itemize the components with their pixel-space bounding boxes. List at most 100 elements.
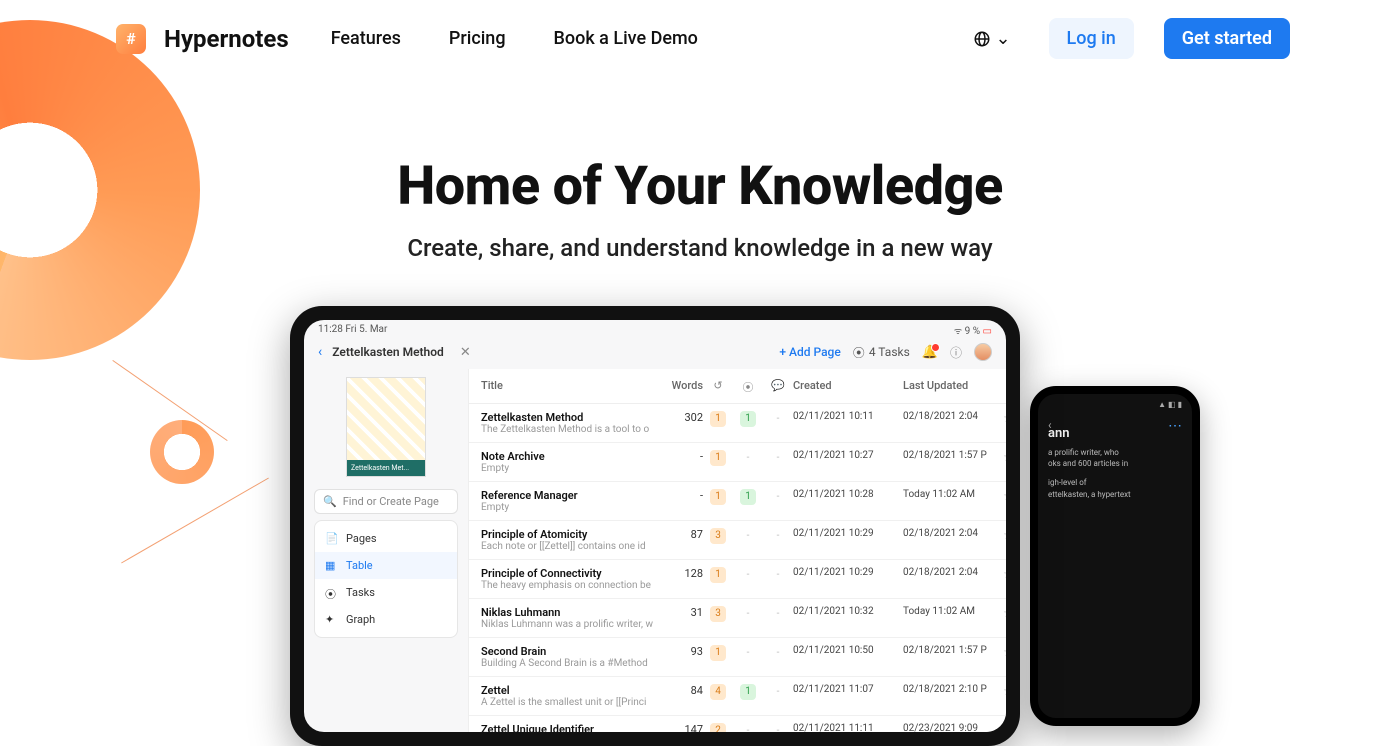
row-created: 02/11/2021 10:27 [793, 450, 903, 461]
tasks-icon: ⦿ [325, 586, 338, 599]
row-subtitle: Niklas Luhmann was a prolific writer, w [481, 619, 661, 630]
table-row[interactable]: Note ArchiveEmpty - 1 - - 02/11/2021 10:… [469, 443, 1006, 482]
star-icon[interactable]: ☆ [1003, 489, 1006, 503]
phone-line3: igh-level of [1048, 477, 1182, 488]
sidebar-item-graph[interactable]: ✦Graph [315, 606, 457, 633]
row-words: - [661, 489, 703, 502]
table-header: Title Words ↺ ⦿ 💬 Created Last Updated [469, 369, 1006, 404]
row-created: 02/11/2021 10:29 [793, 528, 903, 539]
nav-features[interactable]: Features [331, 28, 401, 49]
col-check-icon[interactable]: ⦿ [733, 379, 763, 395]
primary-nav: Features Pricing Book a Live Demo [331, 28, 698, 49]
table-row[interactable]: Zettel Unique Identifier 147 2 - - 02/11… [469, 716, 1006, 732]
table-row[interactable]: Reference ManagerEmpty - 1 1 - 02/11/202… [469, 482, 1006, 521]
pages-icon: 📄 [325, 532, 338, 545]
table-icon: ▦ [325, 559, 338, 572]
table-row[interactable]: Second BrainBuilding A Second Brain is a… [469, 638, 1006, 677]
row-created: 02/11/2021 10:11 [793, 411, 903, 422]
col-words[interactable]: Words [661, 379, 703, 395]
notification-bell-icon[interactable]: 🔔 [922, 345, 938, 360]
row-subtitle: Empty [481, 463, 661, 474]
row-title: Zettel [481, 684, 661, 697]
col-reload-icon[interactable]: ↺ [703, 379, 733, 395]
row-updated: 02/23/2021 9:09 [903, 723, 1003, 732]
star-icon[interactable]: ☆ [1003, 528, 1006, 542]
tasks-indicator[interactable]: ⦿ 4 Tasks [853, 344, 910, 361]
row-subtitle: A Zettel is the smallest unit or [[Princ… [481, 697, 661, 708]
row-words: 87 [661, 528, 703, 541]
row-title: Second Brain [481, 645, 661, 658]
phone-back-icon: ‹ [1048, 418, 1052, 432]
phone-more-icon: ⋯ [1168, 418, 1182, 434]
search-input[interactable]: 🔍 Find or Create Page [314, 489, 458, 514]
row-updated: 02/18/2021 2:04 [903, 411, 1003, 422]
back-icon[interactable]: ‹ [318, 344, 322, 360]
col-title[interactable]: Title [481, 379, 661, 395]
row-updated: 02/18/2021 2:04 [903, 528, 1003, 539]
phone-line2: oks and 600 articles in [1048, 458, 1182, 469]
sidebar: Zettelkasten Met... 🔍 Find or Create Pag… [304, 369, 468, 732]
search-icon: 🔍 [323, 495, 337, 508]
row-created: 02/11/2021 10:29 [793, 567, 903, 578]
nav-pricing[interactable]: Pricing [449, 28, 506, 49]
logo-text[interactable]: Hypernotes [164, 25, 289, 53]
row-created: 02/11/2021 11:07 [793, 684, 903, 695]
get-started-button[interactable]: Get started [1164, 18, 1290, 59]
row-updated: 02/18/2021 1:57 P [903, 450, 1003, 461]
star-icon[interactable]: ☆ [1003, 450, 1006, 464]
chevron-down-icon: ⌄ [995, 28, 1010, 49]
row-created: 02/11/2021 10:50 [793, 645, 903, 656]
star-icon[interactable]: ☆ [1003, 723, 1006, 732]
row-title: Note Archive [481, 450, 661, 463]
close-icon[interactable]: ✕ [460, 345, 471, 360]
globe-icon [973, 30, 991, 48]
col-updated[interactable]: Last Updated [903, 379, 1003, 395]
table-row[interactable]: Zettelkasten MethodThe Zettelkasten Meth… [469, 404, 1006, 443]
star-icon[interactable]: ☆ [1003, 684, 1006, 698]
hero-title: Home of Your Knowledge [0, 155, 1400, 218]
row-subtitle: Building A Second Brain is a #Method [481, 658, 661, 669]
language-selector[interactable]: ⌄ [973, 28, 1010, 49]
doc-title: Zettelkasten Method [332, 345, 444, 359]
tablet-statusbar: 11:28 Fri 5. Mar ᯤ 9 % ▭ [304, 320, 1006, 339]
avatar[interactable] [974, 343, 992, 361]
doc-thumbnail[interactable]: Zettelkasten Met... [346, 377, 426, 477]
status-right: ᯤ 9 % ▭ [954, 324, 992, 337]
logo-mark[interactable]: # [116, 24, 146, 54]
row-updated: 02/18/2021 1:57 P [903, 645, 1003, 656]
sidebar-item-pages[interactable]: 📄Pages [315, 525, 457, 552]
info-icon[interactable]: ⓘ [950, 344, 962, 361]
col-created[interactable]: Created [793, 379, 903, 395]
sidebar-menu: 📄Pages ▦Table ⦿Tasks ✦Graph [314, 520, 458, 638]
row-updated: 02/18/2021 2:10 P [903, 684, 1003, 695]
phone-status-icons: ▲ ◧ ▮ [1158, 400, 1182, 409]
star-icon[interactable]: ☆ [1003, 645, 1006, 659]
star-icon[interactable]: ☆ [1003, 567, 1006, 581]
row-subtitle: The heavy emphasis on connection be [481, 580, 661, 591]
row-created: 02/11/2021 11:11 [793, 723, 903, 732]
row-subtitle: Empty [481, 502, 661, 513]
sidebar-item-table[interactable]: ▦Table [315, 552, 457, 579]
row-title: Zettel Unique Identifier [481, 723, 661, 732]
row-subtitle: The Zettelkasten Method is a tool to o [481, 424, 661, 435]
row-updated: Today 11:02 AM [903, 606, 1003, 617]
row-subtitle: Each note or [[Zettel]] contains one id [481, 541, 661, 552]
search-placeholder: Find or Create Page [343, 495, 439, 508]
table-row[interactable]: Principle of AtomicityEach note or [[Zet… [469, 521, 1006, 560]
table-row[interactable]: Niklas LuhmannNiklas Luhmann was a proli… [469, 599, 1006, 638]
row-title: Principle of Atomicity [481, 528, 661, 541]
row-words: 128 [661, 567, 703, 580]
page-table: Title Words ↺ ⦿ 💬 Created Last Updated Z… [468, 369, 1006, 732]
table-row[interactable]: Principle of ConnectivityThe heavy empha… [469, 560, 1006, 599]
star-icon[interactable]: ☆ [1003, 606, 1006, 620]
add-page-button[interactable]: + Add Page [779, 345, 840, 359]
phone-line4: ettelkasten, a hypertext [1048, 489, 1182, 500]
nav-demo[interactable]: Book a Live Demo [554, 28, 698, 49]
hero-subtitle: Create, share, and understand knowledge … [0, 234, 1400, 262]
table-row[interactable]: ZettelA Zettel is the smallest unit or [… [469, 677, 1006, 716]
row-words: 84 [661, 684, 703, 697]
sidebar-item-tasks[interactable]: ⦿Tasks [315, 579, 457, 606]
col-comment-icon[interactable]: 💬 [763, 379, 793, 395]
login-button[interactable]: Log in [1049, 18, 1134, 59]
star-icon[interactable]: ☆ [1003, 411, 1006, 425]
